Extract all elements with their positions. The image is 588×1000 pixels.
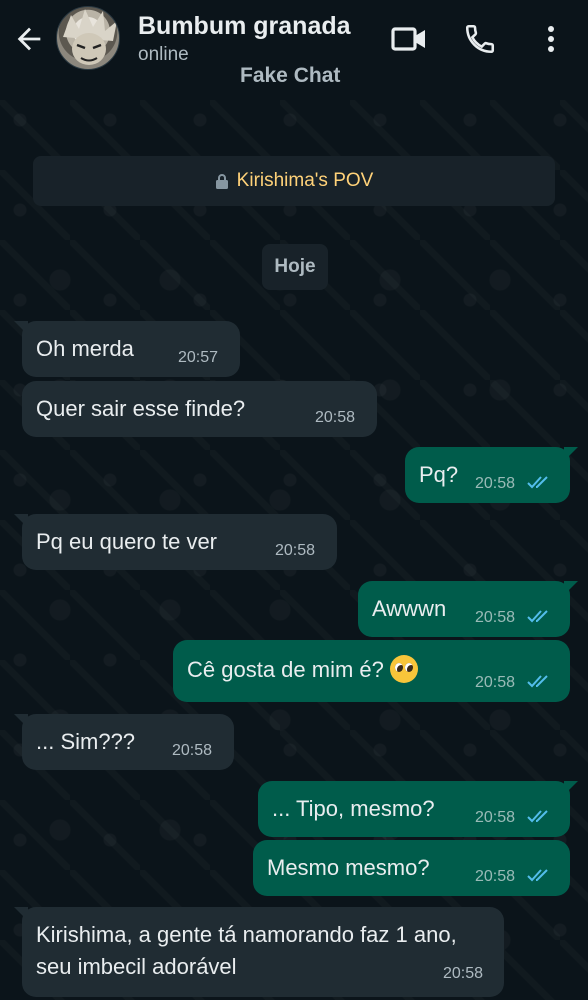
more-options-icon[interactable] [538,22,564,56]
message-time: 20:58 [475,475,516,492]
bubble-tail [564,581,578,595]
message-time: 20:58 [275,542,316,559]
message-text: Kirishima, a gente tá namorando faz 1 an… [36,922,457,979]
read-receipt-icon [527,810,548,823]
message-time: 20:58 [443,965,484,982]
message-text-content: Cê gosta de mim é? [187,657,384,682]
message-time: 20:57 [178,349,219,366]
message-text: Mesmo mesmo? [267,855,430,880]
message-time: 20:58 [475,809,516,826]
message-bubble[interactable]: Awwwn 20:58 [358,581,578,637]
pleading-face-emoji-icon [389,655,418,683]
pov-banner[interactable]: Kirishima's POV [33,156,555,206]
bubble-tail [564,781,578,795]
message-bubble[interactable]: Pq eu quero te ver 20:58 [14,514,337,570]
video-call-icon[interactable] [390,22,428,56]
fake-chat-label: Fake Chat [240,64,341,87]
message-bubble[interactable]: Kirishima, a gente tá namorando faz 1 an… [14,907,504,997]
read-receipt-icon [527,869,548,882]
message-bubble[interactable]: ... Tipo, mesmo? 20:58 [258,781,578,837]
message-text: Quer sair esse finde? [36,396,246,421]
read-receipt-icon [527,476,548,489]
read-receipt-icon [527,675,548,688]
message-text: Cê gosta de mim é? [187,655,418,683]
lock-icon [215,174,228,189]
chat-header: Bumbum granada online Fake Chat [0,0,588,100]
message-bubble[interactable]: Mesmo mesmo? 20:58 [253,840,570,896]
message-bubble[interactable]: Oh merda 20:57 [14,321,240,377]
message-text: ... Sim??? [36,729,136,754]
message-text: ... Tipo, mesmo? [272,796,435,821]
back-arrow-icon[interactable] [12,22,46,56]
message-text: Pq? [419,462,459,487]
banner-text: Kirishima's POV [236,170,374,191]
bubble-tail [14,714,28,728]
bubble-tail [14,514,28,528]
message-bubble[interactable]: Pq? 20:58 [405,447,578,503]
message-text: Pq eu quero te ver [36,529,218,554]
message-time: 20:58 [315,409,356,426]
message-bubble[interactable]: ... Sim??? 20:58 [14,714,234,770]
message-time: 20:58 [172,742,213,759]
phone-icon[interactable] [463,22,497,56]
avatar[interactable] [56,6,120,70]
bubble-tail [564,447,578,461]
date-chip: Hoje [262,244,328,290]
message-time: 20:58 [475,868,516,885]
bubble-tail [14,907,28,921]
bubble-tail [14,321,28,335]
contact-status: online [138,44,189,65]
message-bubble[interactable]: Cê gosta de mim é? 20:58 [173,640,570,702]
message-time: 20:58 [475,674,516,691]
contact-name[interactable]: Bumbum granada [138,12,351,41]
read-receipt-icon [527,610,548,623]
message-time: 20:58 [475,609,516,626]
message-bubble[interactable]: Quer sair esse finde? 20:58 [22,381,377,437]
message-text: Awwwn [372,596,447,621]
message-text: Oh merda [36,336,134,361]
